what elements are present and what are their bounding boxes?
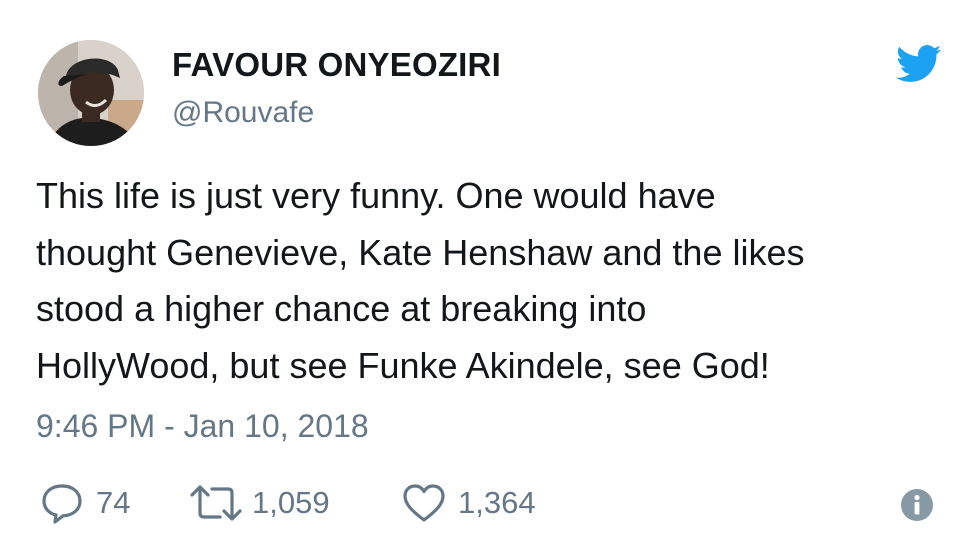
author-handle[interactable]: @Rouvafe bbox=[172, 96, 314, 130]
tweet-text-line: HollyWood, but see Funke Akindele, see G… bbox=[36, 344, 770, 386]
tweet-text: This life is just very funny. One would … bbox=[36, 168, 946, 394]
retweet-icon bbox=[188, 483, 244, 523]
like-button[interactable]: 1,364 bbox=[402, 480, 536, 526]
retweet-button[interactable]: 1,059 bbox=[188, 480, 330, 526]
reply-count: 74 bbox=[96, 485, 131, 520]
tweet-text-line: thought Genevieve, Kate Henshaw and the … bbox=[36, 231, 805, 273]
reply-button[interactable]: 74 bbox=[40, 480, 130, 526]
avatar-photo bbox=[38, 40, 144, 146]
author-name[interactable]: FAVOUR ONYEOZIRI bbox=[172, 46, 501, 84]
tweet-actions: 74 1,059 1,364 bbox=[36, 480, 936, 526]
info-icon[interactable] bbox=[900, 488, 934, 522]
reply-icon bbox=[40, 481, 84, 525]
retweet-count: 1,059 bbox=[252, 485, 330, 520]
tweet-text-line: stood a higher chance at breaking into bbox=[36, 288, 647, 329]
twitter-bird-icon[interactable] bbox=[896, 44, 942, 84]
tweet-text-line: This life is just very funny. One would … bbox=[36, 175, 716, 216]
heart-icon bbox=[402, 483, 446, 523]
avatar[interactable] bbox=[38, 40, 144, 146]
like-count: 1,364 bbox=[458, 485, 536, 520]
tweet-timestamp[interactable]: 9:46 PM - Jan 10, 2018 bbox=[36, 408, 369, 445]
